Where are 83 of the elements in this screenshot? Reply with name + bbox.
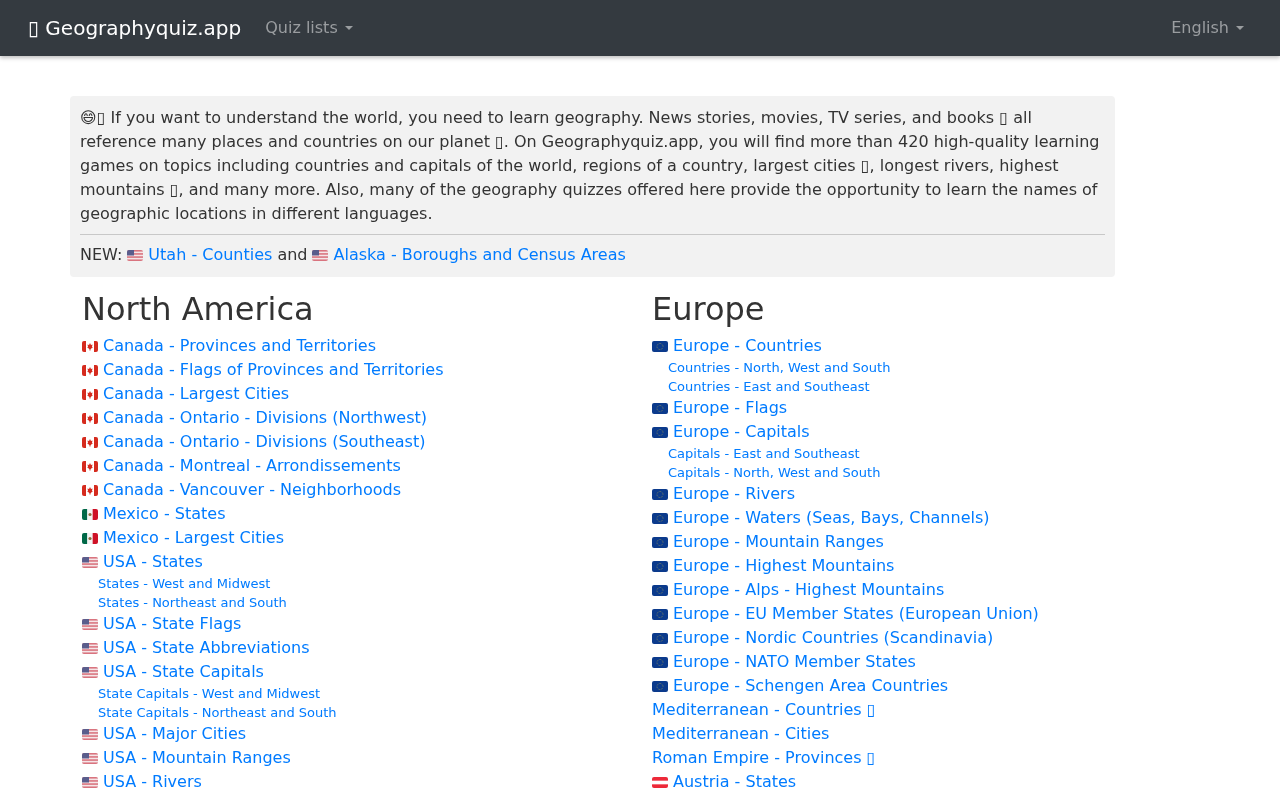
usa-flag-icon (82, 728, 98, 740)
eu-flag-icon (652, 512, 668, 524)
eu-flag-icon (652, 488, 668, 500)
canada-flag-icon (82, 484, 98, 496)
quiz-link[interactable]: Europe - Schengen Area Countries (673, 674, 949, 698)
quiz-link[interactable]: USA - State Flags (103, 612, 242, 636)
eu-flag-icon (652, 402, 668, 414)
quiz-link[interactable]: Mexico - States (103, 502, 226, 526)
quiz-link[interactable]: Europe - Countries (673, 334, 822, 358)
sub-quiz-link[interactable]: Countries - North, West and South (668, 358, 891, 377)
canada-flag-icon (82, 436, 98, 448)
canada-flag-icon (82, 412, 98, 424)
eu-flag-icon (652, 560, 668, 572)
new-quiz-link[interactable]: Utah - Counties (148, 243, 273, 267)
sub-quiz-link[interactable]: States - Northeast and South (98, 593, 287, 612)
canada-flag-icon (82, 460, 98, 472)
quiz-link[interactable]: Europe - Capitals (673, 420, 810, 444)
section-heading: Europe (652, 290, 766, 328)
canada-flag-icon (82, 388, 98, 400)
eu-flag-icon (652, 584, 668, 596)
caret-icon (1236, 26, 1244, 30)
eu-flag-icon (652, 680, 668, 692)
quiz-link[interactable]: Canada - Ontario - Divisions (Southeast) (103, 430, 426, 454)
quiz-link[interactable]: Europe - Alps - Highest Mountains (673, 578, 945, 602)
joiner-text: and (277, 244, 308, 266)
quiz-link[interactable]: USA - State Capitals (103, 660, 264, 684)
quiz-link[interactable]: Canada - Montreal - Arrondissements (103, 454, 401, 478)
mexico-flag-icon (82, 508, 98, 520)
quiz-link[interactable]: Europe - EU Member States (European Union) (673, 602, 1039, 626)
canada-flag-icon (82, 340, 98, 352)
quiz-link[interactable]: Europe - Mountain Ranges (673, 530, 884, 554)
quiz-link[interactable]: Roman Empire - Provinces ▯ (652, 746, 876, 770)
quiz-link[interactable]: Europe - Highest Mountains (673, 554, 895, 578)
sub-quiz-link[interactable]: Capitals - East and Southeast (668, 444, 860, 463)
eu-flag-icon (652, 632, 668, 644)
eu-flag-icon (652, 340, 668, 352)
usa-flag-icon (82, 642, 98, 654)
usa-flag-icon (82, 556, 98, 568)
new-quiz-link[interactable]: Alaska - Boroughs and Census Areas (333, 243, 626, 267)
quiz-link[interactable]: Canada - Provinces and Territories (103, 334, 376, 358)
eu-flag-icon (652, 426, 668, 438)
quiz-link[interactable]: USA - State Abbreviations (103, 636, 310, 660)
austria-flag-icon (652, 776, 668, 788)
sub-quiz-link[interactable]: Capitals - North, West and South (668, 463, 881, 482)
usa-flag-icon (82, 776, 98, 788)
quiz-link[interactable]: Europe - Flags (673, 396, 788, 420)
quiz-link[interactable]: Canada - Flags of Provinces and Territories (103, 358, 444, 382)
sub-quiz-link[interactable]: State Capitals - West and Midwest (98, 684, 321, 703)
quiz-link[interactable]: Mediterranean - Countries ▯ (652, 698, 876, 722)
intro-paragraph: 😄▯ If you want to understand the world, you need to learn geography. News stories, movies, TV series, and books ▯ all reference many places and countries on our planet ▯. On Geographyquiz.app, you will find more than 420 high-quality learning games on topics including countries and capitals of the world, regions of a country, largest cities ▯, longest rivers, highest mountains ▯, and many more. Also, many of the geography quizzes offered here provide the opportunity to learn the names of geographic locations in different languages. (80, 107, 1101, 225)
sub-quiz-link[interactable]: States - West and Midwest (98, 574, 271, 593)
new-label: NEW: (80, 244, 123, 266)
quiz-link[interactable]: Europe - Nordic Countries (Scandinavia) (673, 626, 994, 650)
canada-flag-icon (82, 364, 98, 376)
mexico-flag-icon (82, 532, 98, 544)
quiz-link[interactable]: USA - States (103, 550, 203, 574)
quiz-link[interactable]: USA - Major Cities (103, 722, 247, 746)
quiz-link[interactable]: Europe - Rivers (673, 482, 795, 506)
usa-flag-icon (127, 249, 144, 261)
quiz-link[interactable]: Austria - States (673, 770, 797, 794)
quiz-link[interactable]: USA - Rivers (103, 770, 202, 794)
quiz-link[interactable]: USA - Mountain Ranges (103, 746, 291, 770)
quiz-link[interactable]: Canada - Ontario - Divisions (Northwest) (103, 406, 427, 430)
language-dropdown[interactable]: English (1163, 16, 1252, 40)
eu-flag-icon (652, 656, 668, 668)
quiz-link[interactable]: Mediterranean - Cities (652, 722, 830, 746)
brand-link[interactable]: ▯ Geographyquiz.app (28, 13, 242, 43)
quiz-link[interactable]: Canada - Vancouver - Neighborhoods (103, 478, 402, 502)
usa-flag-icon (82, 618, 98, 630)
section-heading: North America (82, 290, 315, 328)
usa-flag-icon (82, 752, 98, 764)
quiz-link[interactable]: Mexico - Largest Cities (103, 526, 285, 550)
usa-flag-icon (312, 249, 329, 261)
sub-quiz-link[interactable]: Countries - East and Southeast (668, 377, 870, 396)
eu-flag-icon (652, 536, 668, 548)
usa-flag-icon (82, 666, 98, 678)
eu-flag-icon (652, 608, 668, 620)
sub-quiz-link[interactable]: State Capitals - Northeast and South (98, 703, 337, 722)
caret-icon (344, 26, 353, 30)
quiz-link[interactable]: Europe - NATO Member States (673, 650, 916, 674)
quiz-lists-dropdown[interactable]: Quiz lists (257, 16, 361, 40)
quiz-link[interactable]: Europe - Waters (Seas, Bays, Channels) (673, 506, 990, 530)
quiz-link[interactable]: Canada - Largest Cities (103, 382, 290, 406)
